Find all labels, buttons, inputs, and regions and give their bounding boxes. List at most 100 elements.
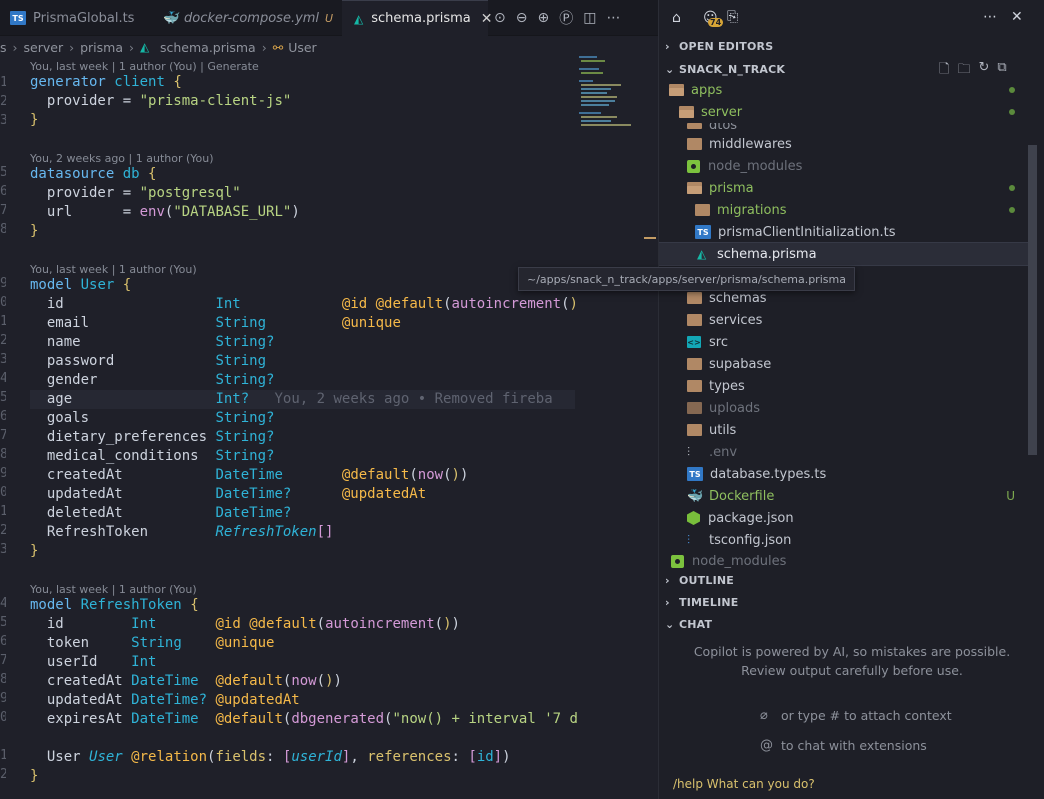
breadcrumb-item[interactable]: User	[288, 40, 317, 55]
tab-docker-compose[interactable]: 🐳 docker-compose.yml U	[162, 0, 334, 36]
code-lens[interactable]: You, last week | 1 author (You)	[30, 583, 197, 596]
section-outline[interactable]: › OUTLINE	[665, 574, 734, 587]
code-lens[interactable]: You, last week | 1 author (You) | Genera…	[30, 60, 259, 73]
tree-item-schema-prisma[interactable]: ◭ schema.prisma	[659, 242, 1032, 266]
folder-icon	[687, 380, 702, 392]
code-line: provider = "prisma-client-js"	[46, 93, 292, 109]
tree-item-root-node-modules[interactable]: node_modules	[659, 551, 1031, 571]
line-number: 6	[0, 184, 6, 199]
tree-item-services[interactable]: services	[659, 309, 1031, 331]
section-timeline[interactable]: › TIMELINE	[665, 596, 738, 609]
tree-item-middlewares[interactable]: middlewares	[659, 133, 1031, 155]
folder-icon	[695, 204, 710, 216]
line-number: 9	[0, 691, 6, 706]
breadcrumb-item[interactable]: server	[24, 40, 64, 55]
tree-item-env[interactable]: ⫶ .env	[659, 441, 1031, 463]
tab-schema-prisma[interactable]: ◭ schema.prisma ✕	[342, 0, 493, 36]
code-line: }	[30, 223, 39, 239]
git-status-untracked: U	[1006, 489, 1015, 503]
breadcrumb-item[interactable]: prisma	[80, 40, 123, 55]
code-line: dietary_preferences String?	[46, 429, 275, 445]
tab-prismaglobal[interactable]: TS PrismaGlobal.ts	[10, 0, 152, 36]
code-line: expiresAt DateTime @default(dbgenerated(…	[46, 711, 578, 727]
chat-hint-extensions: to chat with extensions	[781, 738, 927, 753]
line-number: 2	[0, 523, 6, 538]
line-number: 2	[0, 767, 6, 782]
clipboard-icon[interactable]: ⎘	[727, 9, 738, 25]
source-control-icon[interactable]: Ⓟ	[559, 8, 573, 28]
breadcrumb-item[interactable]: schema.prisma	[160, 40, 256, 55]
line-number: 9	[0, 276, 6, 291]
tree-item-prisma[interactable]: prisma	[659, 177, 1031, 199]
nodejs-icon	[687, 511, 700, 525]
code-lens[interactable]: You, last week | 1 author (You)	[30, 263, 197, 276]
close-icon[interactable]: ✕	[1011, 9, 1023, 25]
paperclip-icon: ⌀	[760, 708, 768, 723]
git-status-dot	[1009, 185, 1015, 191]
chevron-right-icon: ›	[261, 39, 267, 55]
code-line: deletedAt DateTime?	[46, 505, 292, 521]
symbol-class-icon: ⚯	[272, 39, 284, 55]
go-forward-icon[interactable]: ⊕	[537, 10, 549, 26]
tree-item-src[interactable]: <> src	[659, 331, 1031, 353]
code-line: updatedAt DateTime? @updatedAt	[46, 486, 427, 502]
node-modules-icon	[687, 159, 700, 173]
more-icon[interactable]: ⋯	[606, 10, 620, 26]
scroll-marker	[644, 237, 656, 239]
code-line: generator client {	[30, 74, 182, 90]
tree-item-package-json[interactable]: package.json	[659, 507, 1031, 529]
tree-item-dtos[interactable]: dtos	[659, 115, 1031, 129]
tree-item-tsconfig[interactable]: ⫶ tsconfig.json	[659, 529, 1031, 551]
breadcrumb-item[interactable]: s	[0, 40, 7, 55]
code-lens[interactable]: You, 2 weeks ago | 1 author (You)	[30, 152, 214, 165]
chat-input[interactable]: /help What can you do?	[673, 777, 815, 791]
tree-item-dockerfile[interactable]: 🐳 Dockerfile U	[659, 485, 1031, 507]
line-number: 8	[0, 447, 6, 462]
path-tooltip: ~/apps/snack_n_track/apps/server/prisma/…	[518, 267, 855, 291]
prisma-icon: ◭	[140, 40, 150, 54]
chevron-right-icon: ›	[69, 39, 75, 55]
chevron-down-icon: ⌄	[665, 63, 675, 76]
chevron-right-icon: ›	[665, 574, 670, 587]
section-project[interactable]: ⌄ SNACK_N_TRACK	[665, 63, 785, 76]
tree-item-database-types[interactable]: TS database.types.ts	[659, 463, 1031, 485]
scrollbar[interactable]	[1028, 145, 1037, 455]
tree-item-apps[interactable]: apps	[659, 79, 1031, 101]
tree-item-utils[interactable]: utils	[659, 419, 1031, 441]
line-number: 5	[0, 615, 6, 630]
go-back-icon[interactable]: ⊙	[494, 10, 506, 26]
modified-badge: U	[325, 11, 334, 25]
timeline-icon[interactable]: ⊖	[516, 10, 528, 26]
chat-icon[interactable]: ⌂	[672, 10, 681, 26]
line-number: 7	[0, 203, 6, 218]
more-actions-icon[interactable]: ⋯	[983, 9, 997, 25]
split-editor-icon[interactable]: ◫	[583, 10, 596, 26]
tree-item-supabase[interactable]: supabase	[659, 353, 1031, 375]
line-number: 5	[0, 165, 6, 180]
code-line: age Int? You, 2 weeks ago • Removed fire…	[46, 391, 553, 407]
close-icon[interactable]: ✕	[481, 11, 493, 27]
tree-item-node-modules[interactable]: node_modules	[659, 155, 1031, 177]
section-chat[interactable]: ⌄ CHAT	[665, 618, 712, 631]
ts-icon: TS	[10, 11, 26, 25]
tab-label: docker-compose.yml	[184, 10, 320, 26]
tree-item-migrations[interactable]: migrations	[659, 199, 1031, 221]
code-line: }	[30, 112, 39, 128]
line-number: 2	[0, 333, 6, 348]
chevron-right-icon: ›	[665, 40, 670, 53]
docker-icon: 🐳	[687, 488, 704, 504]
code-line: gender String?	[46, 372, 275, 388]
tree-item-types[interactable]: types	[659, 375, 1031, 397]
code-line: id Int @id @default(autoincrement()	[46, 296, 578, 312]
tree-item-prisma-client-init[interactable]: TS prismaClientInitialization.ts	[659, 221, 1031, 243]
notification-badge: 74	[708, 18, 724, 27]
tab-label: PrismaGlobal.ts	[33, 10, 135, 26]
code-line: updatedAt DateTime? @updatedAt	[46, 692, 300, 708]
chat-hint-attach: or type # to attach context	[781, 708, 952, 723]
code-line: name String?	[46, 334, 275, 350]
section-open-editors[interactable]: › OPEN EDITORS	[665, 40, 773, 53]
minimap[interactable]	[577, 56, 647, 136]
folder-icon	[687, 424, 702, 436]
code-line: id Int @id @default(autoincrement())	[46, 616, 460, 632]
tree-item-uploads[interactable]: uploads	[659, 397, 1031, 419]
